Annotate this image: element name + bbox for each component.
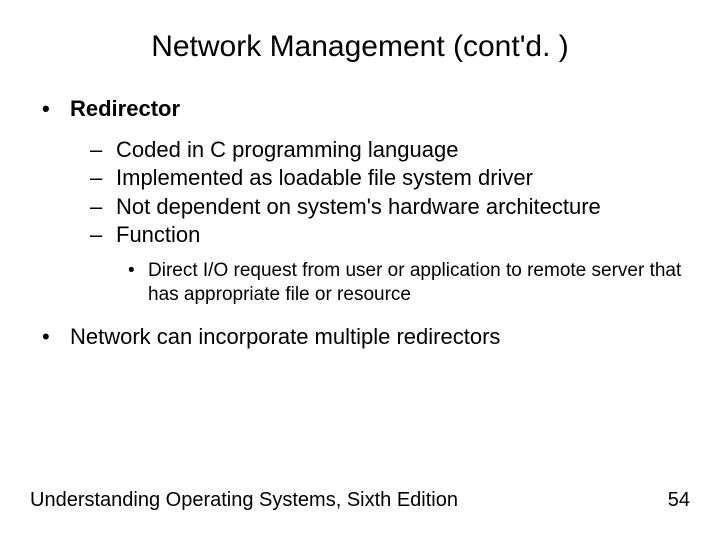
bullet-coded-in-c: – Coded in C programming language <box>90 136 690 164</box>
bullet-text: Direct I/O request from user or applicat… <box>148 259 690 308</box>
bullet-text: Not dependent on system's hardware archi… <box>116 193 601 221</box>
bullet-not-dependent: – Not dependent on system's hardware arc… <box>90 193 690 221</box>
footer-source: Understanding Operating Systems, Sixth E… <box>30 489 458 512</box>
bullet-text: Implemented as loadable file system driv… <box>116 164 533 192</box>
bullet-network-multiple: • Network can incorporate multiple redir… <box>42 322 690 352</box>
slide-footer: Understanding Operating Systems, Sixth E… <box>30 489 690 512</box>
bullet-marker-l3: • <box>128 259 148 284</box>
bullet-marker-l1: • <box>42 322 70 352</box>
bullet-marker-l2: – <box>90 136 116 164</box>
bullet-text: Network can incorporate multiple redirec… <box>70 322 500 352</box>
bullet-text: Function <box>116 221 200 249</box>
slide: Network Management (cont'd. ) • Redirect… <box>0 0 720 540</box>
bullet-marker-l2: – <box>90 193 116 221</box>
sub-sub-list: • Direct I/O request from user or applic… <box>42 259 690 308</box>
bullet-text: Coded in C programming language <box>116 136 458 164</box>
bullet-marker-l1: • <box>42 94 70 124</box>
bullet-marker-l2: – <box>90 221 116 249</box>
bullet-redirector: • Redirector <box>42 94 690 124</box>
bullet-marker-l2: – <box>90 164 116 192</box>
sub-list: – Coded in C programming language – Impl… <box>42 136 690 249</box>
bullet-direct-io: • Direct I/O request from user or applic… <box>128 259 690 308</box>
slide-title: Network Management (cont'd. ) <box>30 30 690 64</box>
slide-content: • Redirector – Coded in C programming la… <box>30 94 690 352</box>
footer-page-number: 54 <box>668 489 690 512</box>
bullet-loadable-driver: – Implemented as loadable file system dr… <box>90 164 690 192</box>
bullet-text: Redirector <box>70 94 180 124</box>
bullet-function: – Function <box>90 221 690 249</box>
